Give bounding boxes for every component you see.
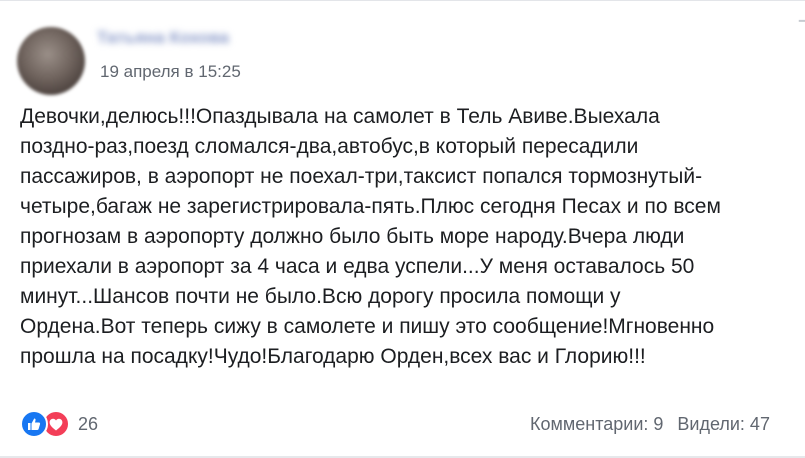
reaction-count[interactable]: 26 xyxy=(78,409,98,439)
comments-count-link[interactable]: Комментарии: 9 xyxy=(530,409,663,439)
views-count[interactable]: Видели: 47 xyxy=(677,409,770,439)
post-timestamp[interactable]: 19 апреля в 15:25 xyxy=(100,61,241,83)
author-name-link[interactable]: Татьяна Кохова xyxy=(97,26,229,50)
post-stats: Комментарии: 9 Видели: 47 xyxy=(530,409,770,439)
post-options-icon[interactable] xyxy=(782,14,805,56)
facebook-post: Татьяна Кохова 19 апреля в 15:25 Девочки… xyxy=(0,0,805,458)
reactions-summary[interactable]: 26 xyxy=(20,409,98,439)
post-top-divider xyxy=(0,0,805,1)
like-icon[interactable] xyxy=(20,410,48,438)
author-avatar[interactable] xyxy=(17,27,85,95)
post-body-text: Девочки,делюсь!!!Опаздывала на самолет в… xyxy=(20,105,721,368)
